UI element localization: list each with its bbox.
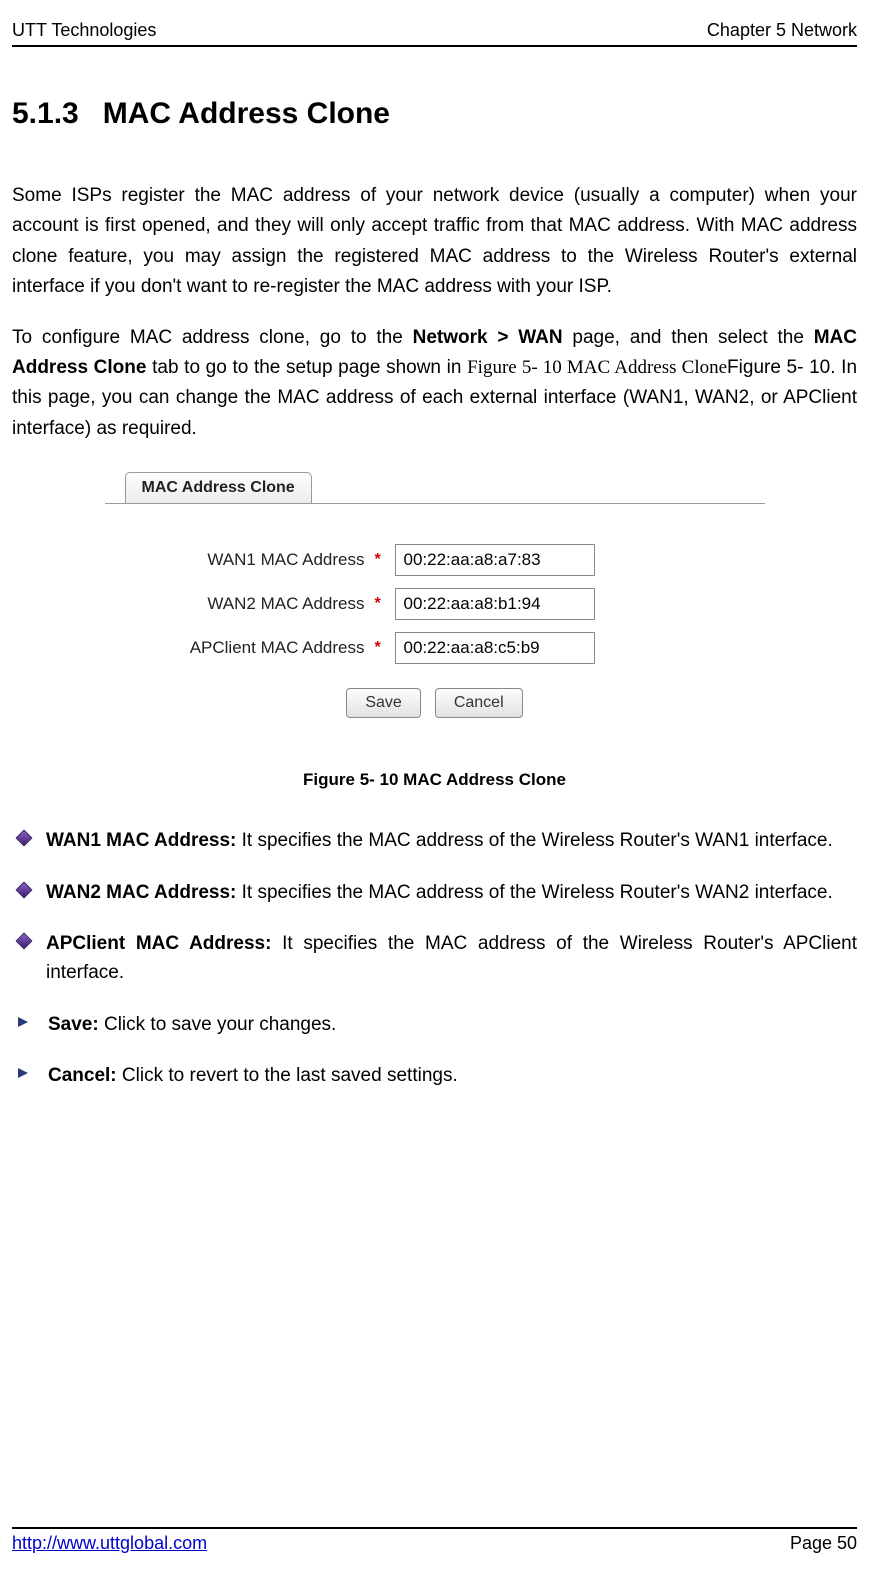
p2-figref: Figure 5- 10 MAC Address Clone [467, 357, 727, 378]
arrow-bullet-icon [18, 1014, 32, 1028]
button-row: Save Cancel [145, 688, 725, 718]
paragraph-1: Some ISPs register the MAC address of yo… [12, 181, 857, 303]
bullet-text: Cancel: Click to revert to the last save… [48, 1061, 857, 1090]
bullet-apclient-mac: APClient MAC Address: It specifies the M… [12, 929, 857, 988]
p2-pre: To configure MAC address clone, go to th… [12, 327, 413, 348]
arrow-bullet-icon [18, 1065, 32, 1079]
diamond-bullet-icon [16, 933, 33, 950]
section-number: 5.1.3 [12, 97, 79, 130]
bullet-desc: Click to save your changes. [99, 1014, 337, 1035]
footer-page-number: Page 50 [790, 1533, 857, 1554]
bullet-text: WAN1 MAC Address: It specifies the MAC a… [46, 826, 857, 855]
form-row-wan2: WAN2 MAC Address * [145, 588, 725, 620]
bullet-term: WAN2 MAC Address: [46, 882, 236, 903]
required-asterisk: * [375, 595, 385, 613]
diamond-bullet-icon [16, 881, 33, 898]
bullet-desc: Click to revert to the last saved settin… [117, 1065, 458, 1086]
form-row-apclient: APClient MAC Address * [145, 632, 725, 664]
section-heading: 5.1.3 MAC Address Clone [12, 97, 857, 131]
required-asterisk: * [375, 639, 385, 657]
diamond-bullet-icon [16, 830, 33, 847]
bullet-term: Cancel: [48, 1065, 117, 1086]
bullet-text: Save: Click to save your changes. [48, 1010, 857, 1039]
bullet-save: Save: Click to save your changes. [12, 1010, 857, 1039]
cancel-button[interactable]: Cancel [435, 688, 523, 718]
input-wan2-mac[interactable] [395, 588, 595, 620]
bullet-desc: It specifies the MAC address of the Wire… [236, 882, 832, 903]
bullet-wan2-mac: WAN2 MAC Address: It specifies the MAC a… [12, 878, 857, 907]
figure-caption: Figure 5- 10 MAC Address Clone [12, 770, 857, 790]
bullet-wan1-mac: WAN1 MAC Address: It specifies the MAC a… [12, 826, 857, 855]
header-right: Chapter 5 Network [707, 20, 857, 41]
figure-mac-address-clone: MAC Address Clone WAN1 MAC Address * WAN… [105, 468, 765, 746]
save-button[interactable]: Save [346, 688, 420, 718]
bullet-desc: It specifies the MAC address of the Wire… [236, 830, 832, 851]
tab-mac-address-clone[interactable]: MAC Address Clone [125, 472, 312, 503]
bullet-cancel: Cancel: Click to revert to the last save… [12, 1061, 857, 1090]
section-title: MAC Address Clone [103, 97, 390, 130]
header-left: UTT Technologies [12, 20, 156, 41]
label-wan2-mac: WAN2 MAC Address [145, 594, 365, 614]
form-row-wan1: WAN1 MAC Address * [145, 544, 725, 576]
bullet-term: Save: [48, 1014, 99, 1035]
page-header: UTT Technologies Chapter 5 Network [12, 20, 857, 47]
paragraph-2: To configure MAC address clone, go to th… [12, 323, 857, 445]
page-footer: http://www.uttglobal.com Page 50 [12, 1527, 857, 1554]
p2-mid1: page, and then select the [563, 327, 814, 348]
input-wan1-mac[interactable] [395, 544, 595, 576]
bullet-list: WAN1 MAC Address: It specifies the MAC a… [12, 826, 857, 1091]
required-asterisk: * [375, 551, 385, 569]
input-apclient-mac[interactable] [395, 632, 595, 664]
bullet-term: APClient MAC Address: [46, 933, 271, 954]
bullet-text: APClient MAC Address: It specifies the M… [46, 929, 857, 988]
form-area: WAN1 MAC Address * WAN2 MAC Address * AP… [105, 504, 765, 746]
label-wan1-mac: WAN1 MAC Address [145, 550, 365, 570]
tab-bar: MAC Address Clone [105, 468, 765, 504]
p2-bold-network-wan: Network > WAN [413, 327, 563, 348]
p2-mid2: tab to go to the setup page shown in [146, 357, 467, 378]
bullet-text: WAN2 MAC Address: It specifies the MAC a… [46, 878, 857, 907]
label-apclient-mac: APClient MAC Address [145, 638, 365, 658]
footer-link[interactable]: http://www.uttglobal.com [12, 1533, 207, 1554]
bullet-term: WAN1 MAC Address: [46, 830, 236, 851]
